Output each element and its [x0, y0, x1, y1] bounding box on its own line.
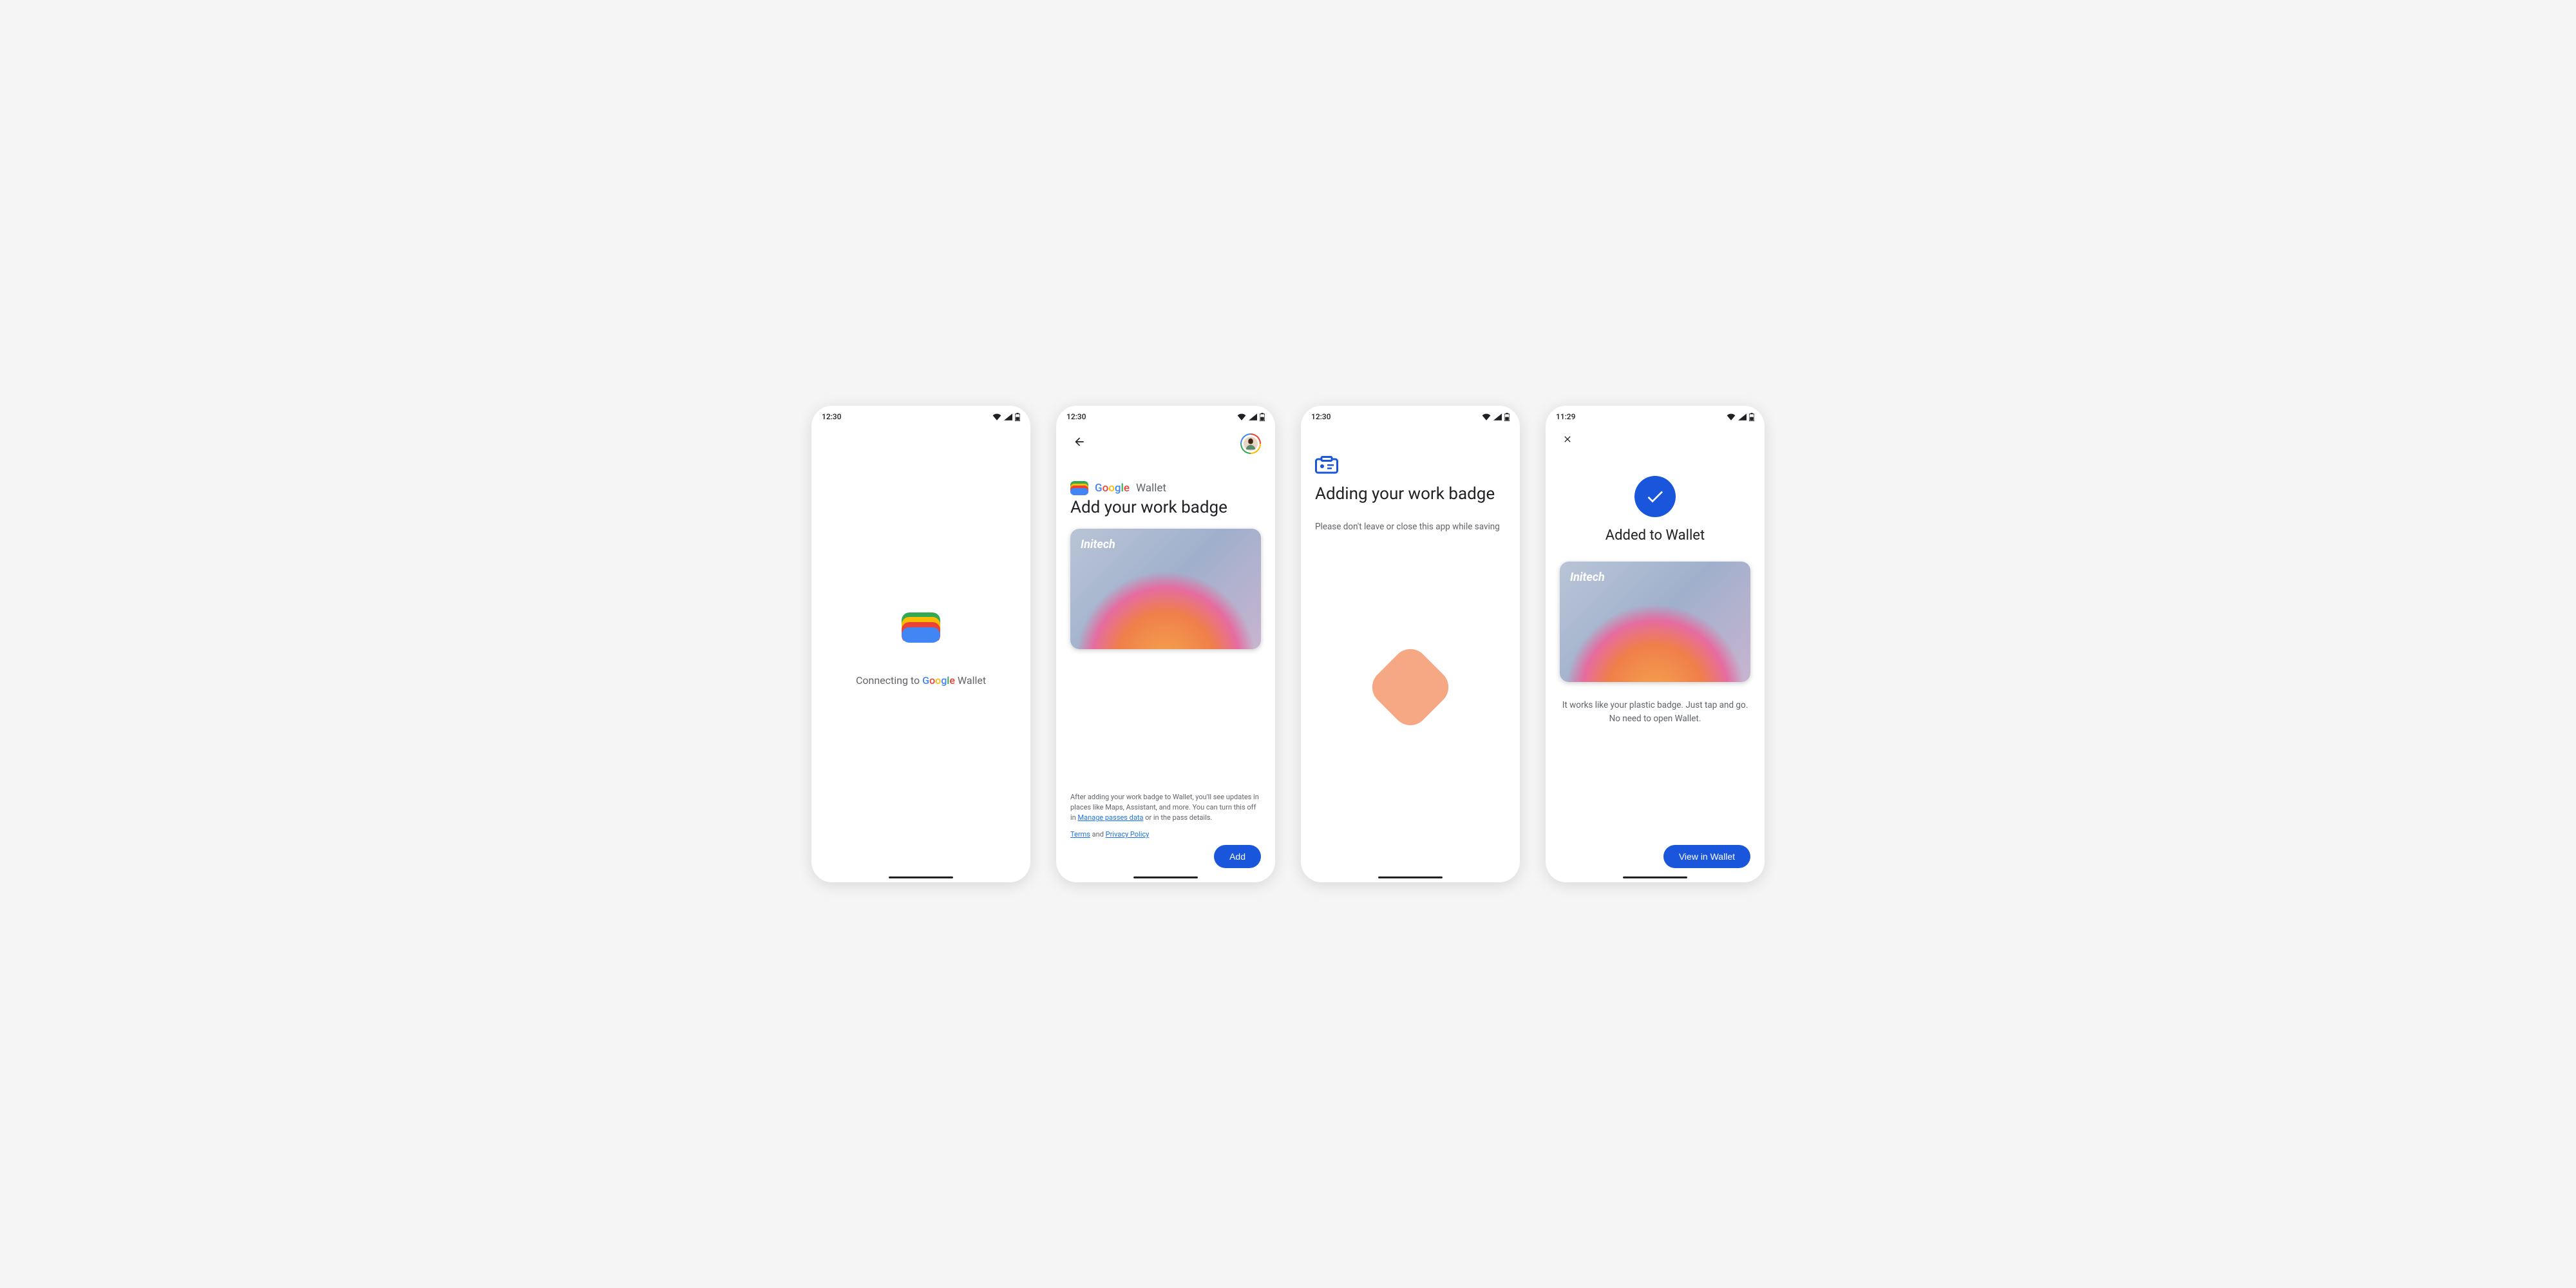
wifi-icon — [992, 413, 1001, 421]
status-icons — [992, 413, 1020, 421]
battery-icon — [1504, 413, 1510, 421]
battery-icon — [1015, 413, 1020, 421]
signal-icon — [1004, 413, 1012, 421]
brand-row: Google Wallet — [1070, 481, 1261, 495]
connecting-text: Connecting to Google Wallet — [856, 674, 986, 687]
wallet-logo-icon — [902, 612, 940, 643]
screen-adding-progress: 12:30 Adding your work badge Please don'… — [1301, 406, 1520, 882]
statusbar: 12:30 — [1301, 406, 1520, 425]
battery-icon — [1260, 413, 1265, 421]
screen-add-badge: 12:30 Google Wallet Add your wo — [1056, 406, 1275, 882]
status-icons — [1237, 413, 1265, 421]
status-time: 12:30 — [822, 412, 841, 421]
id-card-icon — [1315, 456, 1506, 477]
status-time: 12:30 — [1311, 412, 1331, 421]
signal-icon — [1738, 413, 1747, 421]
wallet-word: Wallet — [1136, 482, 1166, 495]
nav-indicator — [1133, 876, 1198, 878]
terms-link[interactable]: Terms — [1070, 830, 1090, 838]
status-icons — [1727, 413, 1754, 421]
wallet-logo-icon — [1070, 481, 1088, 495]
page-title: Adding your work badge — [1315, 484, 1506, 504]
success-description: It works like your plastic badge. Just t… — [1560, 699, 1750, 725]
status-time: 11:29 — [1556, 412, 1575, 421]
wifi-icon — [1727, 413, 1736, 421]
badge-card: Initech — [1560, 562, 1750, 682]
account-avatar[interactable] — [1240, 433, 1261, 454]
signal-icon — [1249, 413, 1257, 421]
status-time: 12:30 — [1066, 412, 1086, 421]
close-button[interactable] — [1560, 431, 1575, 450]
manage-passes-link[interactable]: Manage passes data — [1077, 813, 1143, 822]
close-icon — [1562, 434, 1573, 444]
avatar-image — [1244, 437, 1258, 451]
loading-spinner-icon — [1365, 641, 1455, 732]
statusbar: 12:30 — [1056, 406, 1275, 425]
arrow-left-icon — [1073, 435, 1086, 448]
wifi-icon — [1482, 413, 1491, 421]
google-wordmark: Google — [1095, 482, 1130, 495]
statusbar: 12:30 — [811, 406, 1030, 425]
google-wordmark: Google — [922, 674, 955, 687]
view-in-wallet-button[interactable]: View in Wallet — [1663, 845, 1750, 868]
add-button[interactable]: Add — [1214, 845, 1261, 868]
back-button[interactable] — [1070, 433, 1088, 454]
privacy-link[interactable]: Privacy Policy — [1106, 830, 1150, 838]
statusbar: 11:29 — [1546, 406, 1765, 425]
disclosure-text: After adding your work badge to Wallet, … — [1070, 792, 1261, 840]
badge-brand: Initech — [1570, 571, 1605, 584]
status-icons — [1482, 413, 1510, 421]
wifi-icon — [1237, 413, 1246, 421]
nav-indicator — [1623, 876, 1687, 878]
page-title: Add your work badge — [1070, 498, 1261, 517]
screen-connecting: 12:30 Connecting to Google Wallet — [811, 406, 1030, 882]
page-title: Added to Wallet — [1560, 527, 1750, 544]
badge-card: Initech — [1070, 529, 1261, 649]
screen-added-success: 11:29 Added to Wallet Initech It works l… — [1546, 406, 1765, 882]
battery-icon — [1749, 413, 1754, 421]
success-check-icon — [1634, 476, 1676, 517]
nav-indicator — [1378, 876, 1443, 878]
nav-indicator — [889, 876, 953, 878]
badge-brand: Initech — [1081, 538, 1115, 551]
signal-icon — [1493, 413, 1502, 421]
